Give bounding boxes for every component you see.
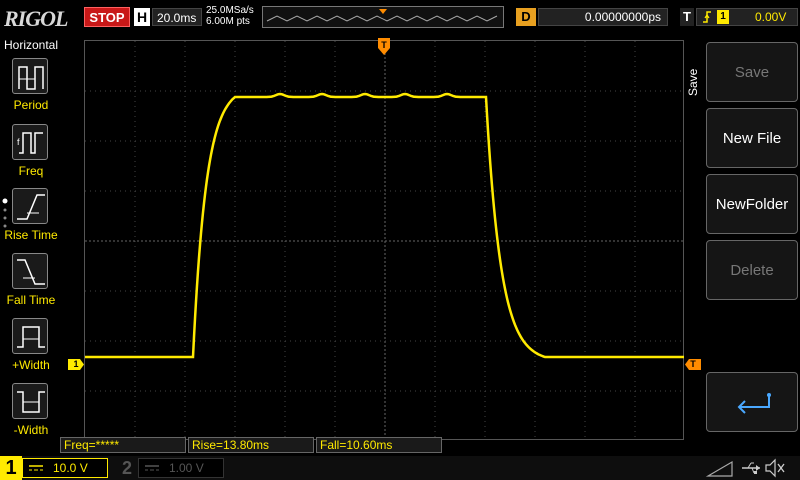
back-button[interactable] <box>706 372 798 432</box>
run-stop-status[interactable]: STOP <box>84 7 130 27</box>
trigger-pos-label: T <box>381 40 387 50</box>
trigger-source: 1 <box>717 10 729 24</box>
ch1-indicator[interactable]: 1 <box>0 456 22 480</box>
menu-item-label: Fall Time <box>6 293 56 307</box>
trigger-label: T <box>680 8 694 26</box>
menu-item-label: Rise Time <box>4 228 58 242</box>
memory-overview-bar <box>262 6 504 28</box>
menu-item-label: +Width <box>12 358 50 372</box>
sample-rate: 25.0MSa/s <box>206 5 254 16</box>
rise-measurement: Rise=13.80ms <box>188 437 314 453</box>
trigger-edge-icon <box>703 11 711 23</box>
ch2-indicator[interactable]: 2 <box>118 458 136 478</box>
return-arrow-icon <box>737 393 771 414</box>
menu-item-freq[interactable]: f Freq <box>0 124 62 186</box>
dc-coupling-icon <box>145 465 159 471</box>
horizontal-label: H <box>134 8 150 26</box>
menu-item-rise-time[interactable]: Rise Time <box>0 188 62 250</box>
waveform-display[interactable] <box>84 40 685 441</box>
trigger-status[interactable]: 1 0.00V <box>696 8 798 26</box>
fall-measurement: Fall=10.60ms <box>316 437 442 453</box>
neg-width-icon <box>12 383 48 419</box>
trigger-level-marker[interactable]: T <box>685 359 701 370</box>
svg-text:f: f <box>17 137 20 147</box>
menu-item-period[interactable]: Period <box>0 58 62 120</box>
menu-item-neg-width[interactable]: -Width <box>0 383 62 445</box>
freq-measurement: Freq=***** <box>60 437 186 453</box>
new-file-button[interactable]: New File <box>706 108 798 168</box>
menu-item-label: -Width <box>13 423 49 437</box>
usb-icon <box>740 460 762 476</box>
delay-value[interactable]: 0.00000000ps <box>538 8 668 26</box>
brand-logo: RIGOL <box>4 6 68 31</box>
ch1-scale-value: 10.0 V <box>53 461 88 475</box>
rise-time-icon <box>12 188 48 224</box>
save-menu-title: Save <box>686 68 700 96</box>
dc-coupling-icon <box>29 465 43 471</box>
ch2-scale[interactable]: 1.00 V <box>138 458 224 478</box>
trigger-level: 0.00V <box>755 10 787 24</box>
fall-time-icon <box>12 253 48 289</box>
pos-width-icon <box>12 318 48 354</box>
menu-item-fall-time[interactable]: Fall Time <box>0 253 62 315</box>
freq-icon: f <box>12 124 48 160</box>
save-button[interactable]: Save <box>706 42 798 102</box>
timebase-value[interactable]: 20.0ms <box>152 8 202 26</box>
menu-item-label: Period <box>13 98 49 112</box>
ch2-scale-value: 1.00 V <box>169 461 204 475</box>
graticule <box>85 41 685 441</box>
ch1-ground-marker[interactable]: 1 <box>68 359 84 370</box>
mute-icon[interactable] <box>764 458 786 478</box>
menu-item-label: Freq <box>18 164 44 178</box>
menu-title: Horizontal <box>3 38 59 52</box>
ch1-scale[interactable]: 10.0 V <box>22 458 108 478</box>
memory-waveform-icon <box>266 9 498 22</box>
delete-button[interactable]: Delete <box>706 240 798 300</box>
menu-item-pos-width[interactable]: +Width <box>0 318 62 380</box>
delay-label: D <box>516 8 536 26</box>
new-folder-button[interactable]: NewFolder <box>706 174 798 234</box>
trigger-position-marker[interactable]: T <box>378 38 390 56</box>
nav-icon[interactable] <box>704 458 736 478</box>
period-icon <box>12 58 48 94</box>
memory-depth: 6.00M pts <box>206 16 250 27</box>
